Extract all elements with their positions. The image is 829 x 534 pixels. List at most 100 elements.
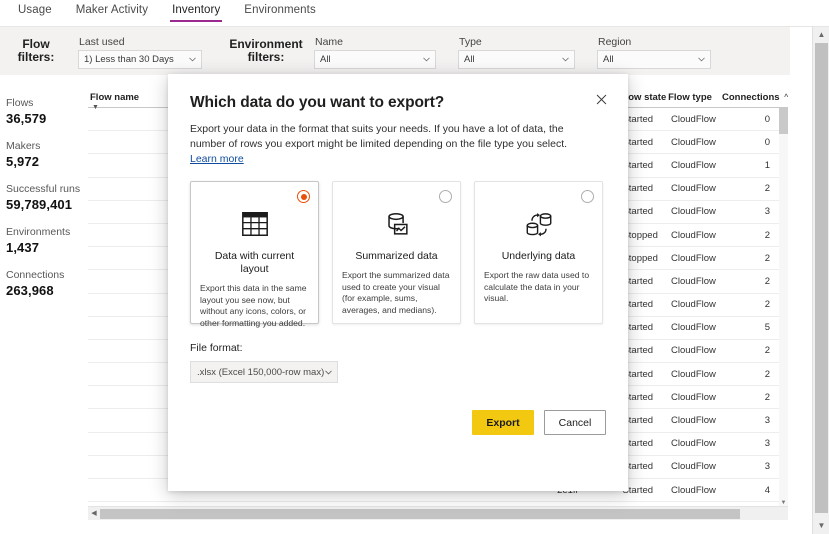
option-card-summarized-data[interactable]: Summarized data Export the summarized da… — [332, 181, 461, 324]
export-data-dialog: Which data do you want to export? Export… — [168, 74, 628, 491]
page-scroll-up-icon[interactable]: ▲ — [813, 27, 829, 43]
grid-horizontal-scroll-thumb[interactable] — [100, 509, 740, 519]
cell-flow-type: CloudFlow — [671, 275, 716, 287]
cell-flow-state: Started — [622, 299, 654, 311]
cell-flow-state: Started — [622, 136, 654, 148]
grid-vertical-scrollbar[interactable]: ▼ — [779, 108, 788, 520]
dialog-title: Which data do you want to export? — [190, 94, 445, 111]
stat-label: Makers — [6, 140, 41, 152]
stat-label: Successful runs — [6, 183, 81, 195]
last-used-label: Last used — [79, 35, 125, 48]
grid-vertical-scroll-thumb[interactable] — [779, 108, 788, 134]
tab-maker-activity-label: Maker Activity — [75, 4, 149, 16]
region-filter-select[interactable]: All — [597, 49, 711, 69]
tab-maker-activity[interactable]: Maker Activity — [64, 0, 160, 22]
flow-filters-group: Flow filters: Last used 1) Less than 30 … — [0, 27, 202, 75]
stat-label: Connections — [6, 269, 65, 281]
column-header-flow-type-label: Flow type — [668, 92, 712, 103]
environment-filters-title: Environment filters: — [229, 37, 303, 64]
chevron-down-icon — [189, 57, 196, 62]
cell-flow-type: CloudFlow — [671, 322, 716, 334]
database-sync-icon — [484, 204, 593, 244]
cell-flow-type: CloudFlow — [671, 368, 716, 380]
last-used-select[interactable]: 1) Less than 30 Days — [78, 49, 202, 69]
cell-flow-state: Started — [622, 322, 654, 334]
close-icon[interactable] — [590, 88, 612, 110]
region-filter-field: Region All — [597, 34, 711, 69]
tab-usage-label: Usage — [18, 4, 52, 16]
stat-card: Successful runs 59,789,401 — [6, 183, 86, 213]
tab-inventory[interactable]: Inventory — [160, 0, 232, 22]
cell-flow-state: Started — [622, 275, 654, 287]
cancel-button[interactable]: Cancel — [544, 410, 606, 435]
column-header-connections[interactable]: Connections ^ — [722, 92, 788, 107]
chevron-down-icon — [562, 57, 569, 62]
stat-card: Makers 5,972 — [6, 140, 86, 170]
database-chart-icon — [342, 204, 451, 244]
cell-flow-state: Started — [622, 345, 654, 357]
type-filter-select[interactable]: All — [458, 49, 575, 69]
tab-usage[interactable]: Usage — [6, 0, 64, 22]
radio-data-with-current-layout[interactable] — [297, 190, 310, 203]
stats-rail: Flows 36,579 Makers 5,972 Successful runs 59,… — [0, 83, 86, 312]
grid-horizontal-scrollbar[interactable]: ◀ — [88, 506, 788, 520]
page-scroll-down-icon[interactable]: ▼ — [813, 518, 829, 534]
close-x-icon — [596, 94, 606, 104]
grid-scroll-left-icon[interactable]: ◀ — [88, 507, 100, 521]
stat-card: Environments 1,437 — [6, 226, 86, 256]
radio-underlying-data[interactable] — [581, 190, 594, 203]
learn-more-link[interactable]: Learn more — [190, 153, 244, 165]
option-title-summarized-data: Summarized data — [355, 250, 438, 262]
option-card-underlying-data[interactable]: Underlying data Export the raw data used… — [474, 181, 603, 324]
export-option-cards: Data with current layout Export this dat… — [190, 181, 606, 328]
option-description-underlying-data: Export the raw data used to calculate th… — [484, 270, 590, 304]
page-vertical-scroll-thumb[interactable] — [815, 43, 828, 513]
cell-flow-type: CloudFlow — [671, 461, 716, 473]
option-title-data-with-current-layout: Data with current layout — [214, 250, 295, 275]
tab-environments[interactable]: Environments — [232, 0, 328, 22]
cell-flow-type: CloudFlow — [671, 438, 716, 450]
page-vertical-scrollbar[interactable]: ▲ ▼ — [812, 27, 829, 534]
tab-environments-label: Environments — [244, 4, 316, 16]
stat-card: Flows 36,579 — [6, 97, 86, 127]
name-filter-value: All — [320, 53, 331, 65]
flow-filters-title: Flow filters: — [17, 37, 55, 64]
dialog-actions: Export Cancel — [472, 410, 606, 435]
stat-value: 59,789,401 — [6, 197, 73, 212]
cell-flow-state: Started — [622, 113, 654, 125]
type-filter-label: Type — [459, 35, 482, 48]
stat-label: Flows — [6, 97, 34, 109]
export-button[interactable]: Export — [472, 410, 534, 435]
file-format-label: File format: — [190, 342, 243, 354]
option-card-data-with-current-layout[interactable]: Data with current layout Export this dat… — [190, 181, 319, 328]
file-format-value: .xlsx (Excel 150,000-row max) — [197, 366, 325, 378]
cell-flow-state: Started — [622, 484, 654, 496]
region-filter-value: All — [603, 53, 614, 65]
chevron-down-icon — [698, 57, 705, 62]
cell-flow-state: Started — [622, 206, 654, 218]
cell-flow-type: CloudFlow — [671, 206, 716, 218]
file-format-select[interactable]: .xlsx (Excel 150,000-row max) — [190, 361, 338, 383]
dialog-description: Export your data in the format that suit… — [190, 122, 594, 167]
cell-flow-type: CloudFlow — [671, 299, 716, 311]
name-filter-select[interactable]: All — [314, 49, 436, 69]
top-tab-strip: Usage Maker Activity Inventory Environme… — [0, 0, 829, 27]
name-filter-label: Name — [315, 35, 344, 48]
cell-flow-type: CloudFlow — [671, 113, 716, 125]
cell-flow-state: Started — [622, 183, 654, 195]
stat-label: Environments — [6, 226, 71, 238]
dialog-description-text: Export your data in the format that suit… — [190, 123, 568, 150]
cell-flow-type: CloudFlow — [671, 229, 716, 241]
cell-flow-state: Stopped — [622, 252, 658, 264]
cell-flow-type: CloudFlow — [671, 252, 716, 264]
cell-flow-type: CloudFlow — [671, 183, 716, 195]
filter-bar: Flow filters: Last used 1) Less than 30 … — [0, 27, 790, 75]
sort-ascending-icon: ^ — [784, 93, 788, 101]
radio-summarized-data[interactable] — [439, 190, 452, 203]
last-used-filter-field: Last used 1) Less than 30 Days — [78, 34, 202, 69]
column-header-flow-name-label: Flow name — [90, 92, 140, 103]
column-header-flow-type[interactable]: Flow type — [668, 92, 722, 107]
cell-flow-type: CloudFlow — [671, 345, 716, 357]
chevron-down-icon — [423, 57, 430, 62]
stat-value: 5,972 — [6, 154, 40, 169]
